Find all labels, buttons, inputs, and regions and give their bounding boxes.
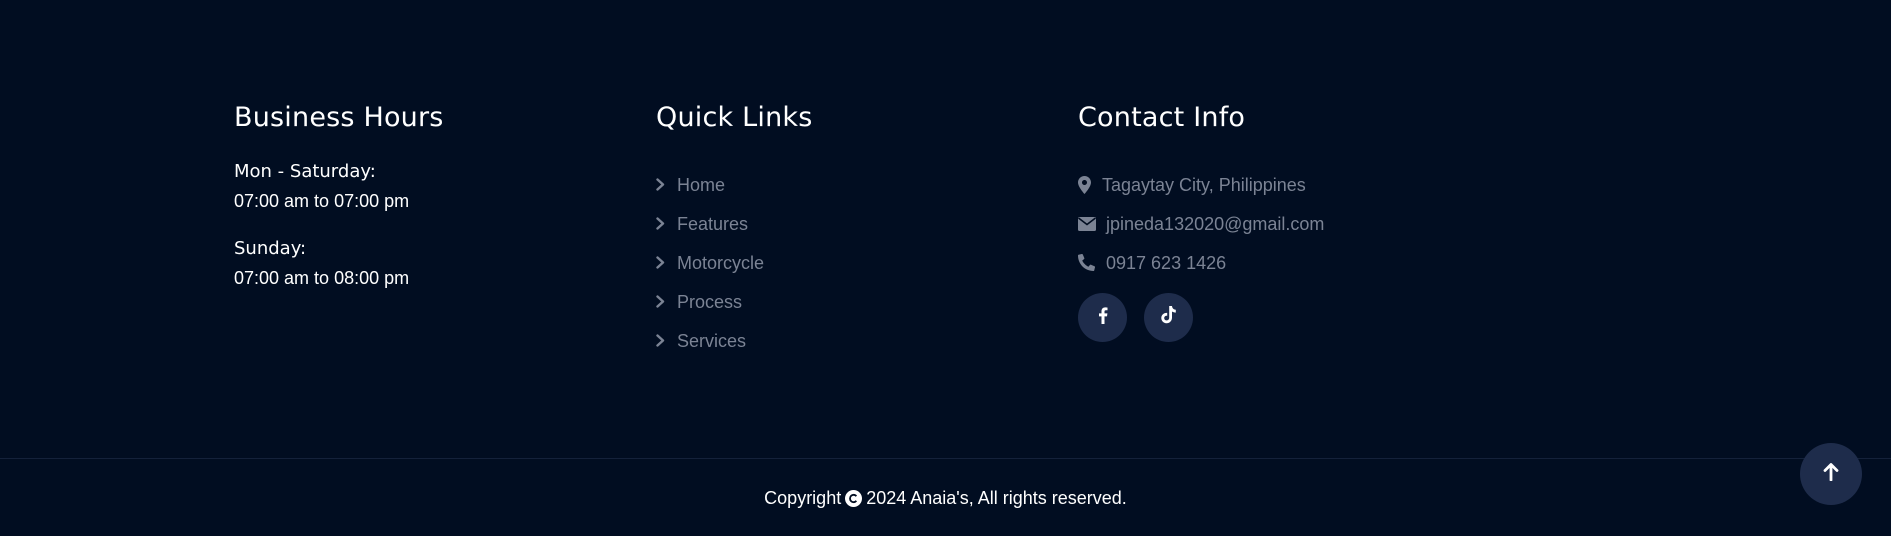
quick-link-features[interactable]: Features — [656, 204, 1016, 243]
quick-link-label: Process — [677, 291, 743, 312]
contact-email[interactable]: jpineda132020@gmail.com — [1078, 204, 1478, 243]
footer-divider — [0, 458, 1891, 459]
contact-address: Tagaytay City, Philippines — [1078, 165, 1478, 204]
quick-link-label: Services — [677, 330, 747, 351]
quick-link-label: Features — [677, 213, 749, 234]
social-links — [1078, 293, 1193, 342]
chevron-right-icon — [656, 253, 674, 273]
contact-phone[interactable]: 0917 623 1426 — [1078, 243, 1478, 282]
quick-link-label: Home — [677, 174, 726, 195]
envelope-icon — [1078, 213, 1104, 235]
facebook-button[interactable] — [1078, 293, 1127, 342]
copyright-prefix: Copyright — [764, 488, 842, 508]
contact-info-title: Contact Info — [1078, 102, 1246, 133]
facebook-icon — [1098, 306, 1108, 329]
quick-link-motorcycle[interactable]: Motorcycle — [656, 243, 1016, 282]
chevron-right-icon — [656, 331, 674, 351]
tiktok-button[interactable] — [1144, 293, 1193, 342]
contact-info-list: Tagaytay City, Philippines jpineda132020… — [1078, 165, 1478, 282]
quick-link-label: Motorcycle — [677, 252, 765, 273]
footer-columns: Business Hours Mon - Saturday: 07:00 am … — [234, 100, 1534, 360]
map-marker-icon — [1078, 174, 1100, 196]
arrow-up-icon — [1823, 462, 1839, 486]
chevron-right-icon — [656, 175, 674, 195]
chevron-right-icon — [656, 292, 674, 312]
hours-time: 07:00 am to 08:00 pm — [234, 268, 410, 288]
back-to-top-button[interactable] — [1800, 443, 1862, 505]
contact-info-section: Contact Info Tagaytay City, Philippines … — [1078, 100, 1478, 342]
business-hours-section: Business Hours Mon - Saturday: 07:00 am … — [234, 100, 634, 288]
phone-icon — [1078, 252, 1104, 274]
hours-block-sunday: Sunday: 07:00 am to 08:00 pm — [234, 237, 594, 290]
contact-email-text[interactable]: jpineda132020@gmail.com — [1106, 212, 1324, 236]
copyright-bar: Copyright 2024 Anaia's, All rights reser… — [0, 486, 1891, 510]
quick-link-services[interactable]: Services — [656, 321, 1016, 360]
quick-link-home[interactable]: Home — [656, 165, 1016, 204]
site-footer: Business Hours Mon - Saturday: 07:00 am … — [0, 0, 1891, 536]
hours-day: Mon - Saturday: — [234, 161, 376, 182]
business-hours-title: Business Hours — [234, 102, 444, 133]
quick-links-title: Quick Links — [656, 102, 813, 133]
contact-address-text: Tagaytay City, Philippines — [1102, 174, 1306, 195]
quick-links-list: Home Features Motorcycle Process Service… — [656, 165, 1016, 360]
tiktok-icon — [1160, 306, 1177, 329]
hours-block-weekdays: Mon - Saturday: 07:00 am to 07:00 pm — [234, 160, 594, 213]
hours-day: Sunday: — [234, 238, 307, 259]
quick-link-process[interactable]: Process — [656, 282, 1016, 321]
hours-time: 07:00 am to 07:00 pm — [234, 191, 410, 211]
contact-phone-text[interactable]: 0917 623 1426 — [1106, 251, 1226, 275]
copyright-text: 2024 Anaia's, All rights reserved. — [866, 488, 1127, 508]
quick-links-section: Quick Links Home Features Motorcycle Pro… — [656, 100, 1056, 351]
chevron-right-icon — [656, 214, 674, 234]
copyright-icon — [845, 489, 863, 507]
